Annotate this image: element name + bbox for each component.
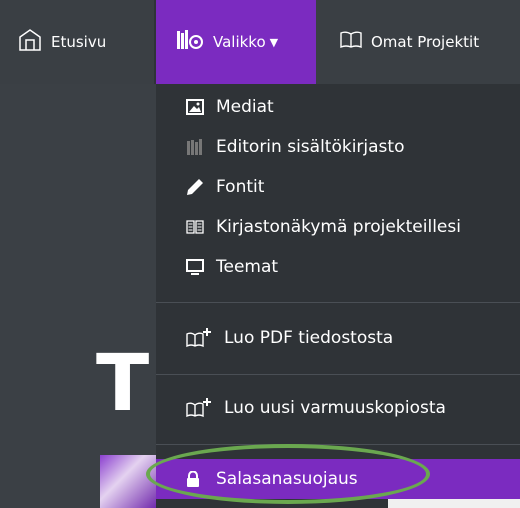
menu-divider [156,302,520,303]
menu-dropdown: Mediat Editorin sisältökirjasto Fontit K… [156,84,520,508]
monitor-icon [186,259,208,275]
nav-projects[interactable]: Omat Projektit [340,0,479,84]
book-plus-icon [186,328,216,348]
menu-item-label: Teemat [216,257,279,277]
image-icon [186,99,208,115]
menu-item-themes[interactable]: Teemat [186,248,278,286]
open-book-icon [186,220,208,234]
menu-item-label: Fontit [216,177,265,197]
menu-item-label: Kirjastonäkymä projekteillesi [216,217,461,237]
menu-item-label: Mediat [216,97,274,117]
menu-item-label: Salasanasuojaus [216,469,358,489]
book-icon [340,31,362,53]
menu-item-media[interactable]: Mediat [186,88,274,126]
nav-projects-label: Omat Projektit [371,33,480,51]
book-plus-icon [186,398,216,418]
menu-item-label: Editorin sisältökirjasto [216,137,405,157]
menu-item-content-library[interactable]: Editorin sisältökirjasto [186,128,404,166]
content-edge [388,499,520,508]
books-gear-icon [176,28,204,56]
menu-item-label: Luo uusi varmuuskopiosta [224,398,446,418]
caret-down-icon: ▼ [269,35,279,49]
nav-menu-label: Valikko [213,33,266,51]
menu-divider [156,444,520,445]
project-thumbnail[interactable] [100,455,160,508]
books-icon [186,139,208,155]
nav-menu-dropdown[interactable]: Valikko ▼ [156,0,316,84]
lock-icon [186,471,208,487]
nav-home[interactable]: Etusivu [18,24,154,60]
menu-item-label: Luo PDF tiedostosta [224,328,394,348]
nav-home-label: Etusivu [51,33,107,51]
menu-divider [156,374,520,375]
menu-item-password-protection[interactable]: Salasanasuojaus [186,459,358,499]
menu-item-create-from-backup[interactable]: Luo uusi varmuuskopiosta [186,388,446,428]
home-icon [18,28,42,56]
menu-item-fonts[interactable]: Fontit [186,168,264,206]
page-heading: T [96,339,150,429]
pencil-icon [186,178,208,196]
menu-item-create-from-pdf[interactable]: Luo PDF tiedostosta [186,318,393,358]
menu-item-library-view[interactable]: Kirjastonäkymä projekteillesi [186,208,461,246]
